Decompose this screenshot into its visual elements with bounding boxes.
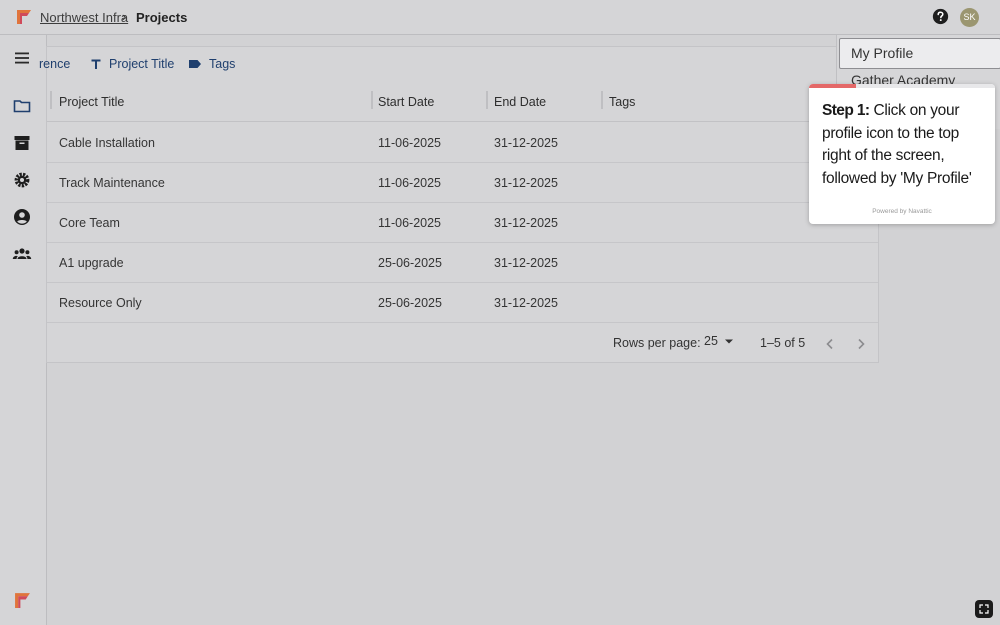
toolbar-tags-label: Tags — [209, 57, 236, 71]
cell-project-title: Core Team — [59, 216, 120, 230]
breadcrumb-separator: › — [122, 9, 127, 24]
cell-project-title: Track Maintenance — [59, 176, 165, 190]
toolbar-project-title-label: Project Title — [109, 57, 175, 71]
text-icon — [91, 59, 101, 69]
tooltip-progress-track — [809, 84, 995, 88]
table-row[interactable]: Resource Only 25-06-2025 31-12-2025 — [47, 283, 878, 323]
avatar[interactable]: SK — [960, 8, 979, 27]
cell-end-date: 31-12-2025 — [494, 216, 558, 230]
table-row[interactable]: Cable Installation 11-06-2025 31-12-2025 — [47, 123, 878, 163]
chevron-right-icon[interactable] — [854, 337, 868, 351]
cell-project-title: A1 upgrade — [59, 256, 124, 270]
table-pagination: Rows per page: 25 1–5 of 5 — [47, 323, 878, 363]
toolbar-tags-button[interactable]: Tags — [188, 57, 235, 71]
table-row[interactable]: A1 upgrade 25-06-2025 31-12-2025 — [47, 243, 878, 283]
column-resizer[interactable] — [601, 91, 603, 109]
settings-icon[interactable] — [12, 170, 32, 190]
chevron-left-icon[interactable] — [823, 337, 837, 351]
account-icon[interactable] — [12, 207, 32, 227]
toolbar-reference-button[interactable]: rence — [39, 57, 70, 71]
column-resizer[interactable] — [486, 91, 488, 109]
cell-project-title: Cable Installation — [59, 136, 155, 150]
projects-table-card: rence Project Title Tags Project Title S… — [39, 46, 879, 363]
cell-start-date: 11-06-2025 — [378, 176, 442, 190]
column-header-end-date[interactable]: End Date — [494, 95, 546, 109]
menu-icon[interactable] — [12, 48, 32, 68]
rows-per-page-select[interactable]: 25 — [704, 334, 734, 348]
tooltip-step: Step 1: — [822, 102, 870, 119]
guide-tooltip: Step 1: Click on your profile icon to th… — [809, 84, 995, 224]
team-icon[interactable] — [12, 244, 32, 264]
cell-start-date: 25-06-2025 — [378, 296, 442, 310]
expand-icon — [979, 604, 989, 614]
cell-end-date: 31-12-2025 — [494, 136, 558, 150]
tooltip-progress-fill — [809, 84, 856, 88]
column-header-project-title[interactable]: Project Title — [59, 95, 124, 109]
pagination-range: 1–5 of 5 — [760, 336, 806, 350]
app-logo-icon[interactable] — [16, 9, 32, 25]
fullscreen-button[interactable] — [975, 600, 993, 618]
caret-down-icon — [724, 339, 733, 344]
breadcrumb-current: Projects — [136, 10, 188, 25]
column-resizer[interactable] — [371, 91, 373, 109]
bottom-logo-icon — [15, 593, 30, 608]
rows-per-page-value: 25 — [704, 334, 718, 348]
archive-icon[interactable] — [12, 133, 32, 153]
table-row[interactable]: Track Maintenance 11-06-2025 31-12-2025 — [47, 163, 878, 203]
folder-icon[interactable] — [12, 96, 32, 116]
column-toolbar: rence Project Title Tags — [39, 47, 878, 83]
help-icon[interactable] — [932, 8, 949, 25]
cell-start-date: 11-06-2025 — [378, 136, 442, 150]
column-header-start-date[interactable]: Start Date — [378, 95, 434, 109]
top-bar: Northwest Infra › Projects SK — [0, 0, 1000, 35]
cell-start-date: 11-06-2025 — [378, 216, 442, 230]
toolbar-reference-label: rence — [39, 57, 71, 71]
cell-end-date: 31-12-2025 — [494, 176, 558, 190]
tag-icon — [189, 60, 201, 68]
side-rail — [0, 35, 47, 625]
column-header-tags[interactable]: Tags — [609, 95, 635, 109]
toolbar-project-title-button[interactable]: Project Title — [90, 57, 174, 71]
cell-end-date: 31-12-2025 — [494, 296, 558, 310]
tooltip-powered-by[interactable]: Powered by Navattic — [809, 208, 995, 215]
cell-end-date: 31-12-2025 — [494, 256, 558, 270]
cell-project-title: Resource Only — [59, 296, 142, 310]
rows-per-page-label: Rows per page: — [613, 336, 701, 350]
breadcrumb-org-link[interactable]: Northwest Infra — [40, 10, 128, 25]
tooltip-text: Step 1: Click on your profile icon to th… — [822, 100, 990, 190]
column-resizer[interactable] — [50, 91, 52, 109]
menu-item-my-profile[interactable]: My Profile — [851, 45, 913, 61]
table-row[interactable]: Core Team 11-06-2025 31-12-2025 — [47, 203, 878, 243]
table-header: Project Title Start Date End Date Tags — [47, 85, 878, 122]
cell-start-date: 25-06-2025 — [378, 256, 442, 270]
